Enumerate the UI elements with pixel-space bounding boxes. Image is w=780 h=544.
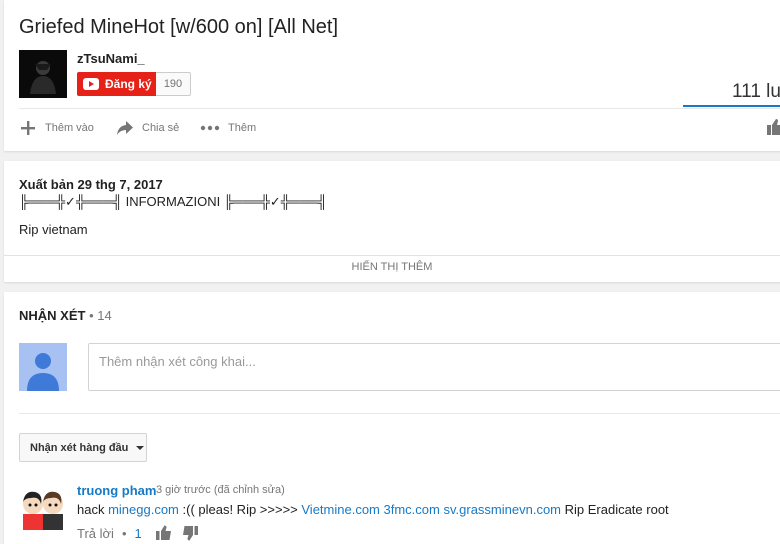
- commenter-avatar-image: [19, 482, 67, 530]
- youtube-play-icon: [83, 78, 99, 90]
- comment-text-segment: :(( pleas! Rip >>>>>: [178, 502, 302, 517]
- sort-comments-dropdown[interactable]: Nhận xét hàng đầu: [19, 433, 147, 462]
- description-line: Rip vietnam: [19, 222, 88, 237]
- plus-icon: [21, 121, 35, 135]
- share-icon: [117, 121, 133, 135]
- more-button[interactable]: Thêm: [200, 118, 256, 138]
- comments-section: NHẬN XÉT • 14 Nhận xét hàng đầu truo: [4, 292, 780, 544]
- comments-label: NHẬN XÉT: [19, 308, 86, 323]
- subscribe-button[interactable]: Đăng ký: [77, 72, 156, 96]
- reply-button[interactable]: Trả lời: [77, 526, 114, 541]
- comment-text: hack minegg.com :(( pleas! Rip >>>>> Vie…: [77, 502, 669, 517]
- channel-avatar[interactable]: [19, 50, 67, 98]
- comments-header: NHẬN XÉT • 14: [19, 308, 112, 323]
- description-line: ╠═══╬✓╬═══╣ INFORMAZIONI ╠═══╬✓╬═══╣: [19, 194, 327, 209]
- comments-count: • 14: [89, 308, 112, 323]
- thumbs-up-icon[interactable]: [155, 525, 172, 541]
- add-to-button[interactable]: Thêm vào: [19, 118, 94, 138]
- default-user-icon: [19, 343, 67, 391]
- comment-like-count: 1: [134, 525, 142, 541]
- divider: [19, 413, 780, 414]
- user-avatar: [19, 343, 67, 391]
- like-video-button[interactable]: [766, 118, 780, 141]
- divider: [4, 255, 780, 256]
- comment-link[interactable]: Vietmine.com: [301, 502, 380, 517]
- sort-label: Nhận xét hàng đầu: [30, 441, 129, 454]
- separator-dot: •: [121, 525, 127, 541]
- commenter-avatar[interactable]: [19, 482, 67, 530]
- more-dots-icon: [200, 125, 220, 131]
- subscribe-label: Đăng ký: [105, 77, 152, 91]
- comment-timestamp[interactable]: 3 giờ trước (đã chỉnh sửa): [156, 484, 285, 496]
- add-to-label: Thêm vào: [45, 122, 94, 134]
- video-info-card: Griefed MineHot [w/600 on] [All Net] zTs…: [4, 0, 780, 151]
- comment-link[interactable]: sv.grassminevn.com: [443, 502, 561, 517]
- share-label: Chia sẻ: [142, 122, 180, 134]
- comment-input[interactable]: [88, 343, 780, 391]
- comment-link[interactable]: 3fmc.com: [384, 502, 440, 517]
- show-more-button[interactable]: HIỂN THỊ THÊM: [4, 261, 780, 273]
- video-title: Griefed MineHot [w/600 on] [All Net]: [19, 16, 339, 38]
- thumbs-up-icon: [767, 119, 780, 135]
- comment-text-segment: hack: [77, 502, 109, 517]
- comment-link[interactable]: minegg.com: [108, 502, 179, 517]
- sentiment-bar: [683, 105, 780, 107]
- share-button[interactable]: Chia sẻ: [116, 118, 179, 138]
- publish-date: Xuất bản 29 thg 7, 2017: [19, 177, 163, 192]
- comment-actions: Trả lời • 1: [77, 525, 208, 541]
- subscriber-count: 190: [156, 72, 191, 96]
- comment-text-segment: Rip Eradicate root: [561, 502, 669, 517]
- channel-avatar-image: [19, 50, 67, 98]
- thumbs-down-icon[interactable]: [182, 525, 198, 541]
- description-card: Xuất bản 29 thg 7, 2017 ╠═══╬✓╬═══╣ INFO…: [4, 161, 780, 282]
- caret-down-icon: [136, 445, 145, 450]
- more-label: Thêm: [228, 122, 257, 134]
- comment-author[interactable]: truong pham: [77, 483, 156, 498]
- channel-name[interactable]: zTsuNami_: [77, 51, 145, 66]
- view-count: 111 lu: [732, 81, 780, 102]
- divider: [19, 108, 780, 109]
